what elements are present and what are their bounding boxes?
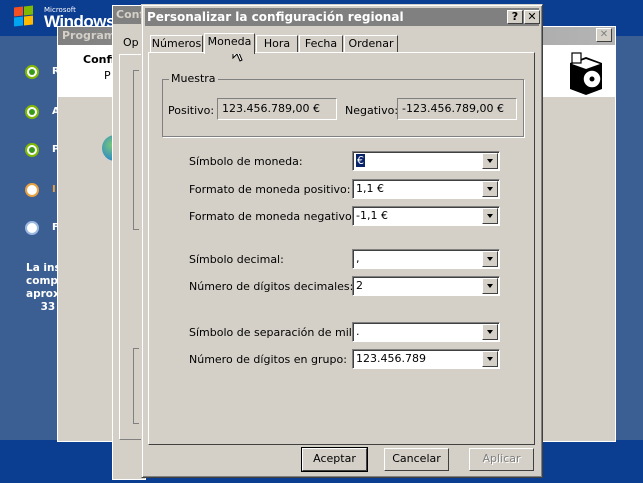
- positive-format-label: Formato de moneda positivo:: [189, 183, 351, 196]
- negative-format-value: -1,1 €: [356, 209, 388, 222]
- currency-panel: Muestra Positivo: 123.456.789,00 € Negat…: [148, 52, 535, 445]
- apply-button[interactable]: Aplicar: [469, 448, 534, 471]
- tab-hora[interactable]: Hora: [256, 35, 298, 53]
- dialog-title: Personalizar la configuración regional: [147, 10, 404, 24]
- step-pending-icon: [22, 218, 42, 238]
- currency-symbol-value: €: [356, 154, 365, 167]
- windows-flag-icon: [14, 5, 34, 27]
- ok-button[interactable]: Aceptar: [301, 447, 368, 472]
- dialog-title-bar: Personalizar la configuración regional ?…: [145, 8, 540, 26]
- install-time-text: La ins comp aprox 33: [26, 262, 61, 313]
- currency-symbol-combo[interactable]: €: [352, 151, 500, 171]
- thousands-separator-combo[interactable]: .: [352, 322, 500, 342]
- positive-format-value: 1,1 €: [356, 182, 384, 195]
- setup-header-title: Confi: [83, 53, 113, 66]
- positive-format-combo[interactable]: 1,1 €: [352, 179, 500, 199]
- tab-fecha[interactable]: Fecha: [299, 35, 343, 53]
- negative-label: Negativo:: [345, 104, 399, 117]
- regional-group: [133, 348, 139, 424]
- negative-format-combo[interactable]: -1,1 €: [352, 206, 500, 226]
- dropdown-arrow-icon[interactable]: [482, 278, 498, 294]
- decimal-digits-value: 2: [356, 279, 363, 292]
- thousands-separator-label: Símbolo de separación de miles:: [189, 326, 369, 339]
- customize-regional-dialog: Personalizar la configuración regional ?…: [141, 4, 543, 478]
- decimal-symbol-label: Símbolo decimal:: [189, 253, 284, 266]
- setup-header-subtitle: P: [104, 69, 111, 82]
- dropdown-arrow-icon[interactable]: [482, 153, 498, 169]
- decimal-digits-combo[interactable]: 2: [352, 276, 500, 296]
- digit-grouping-combo[interactable]: 123.456.789: [352, 349, 500, 369]
- dropdown-arrow-icon[interactable]: [482, 181, 498, 197]
- sample-legend: Muestra: [169, 72, 218, 85]
- step-complete-icon: [22, 140, 42, 160]
- dropdown-arrow-icon[interactable]: [482, 351, 498, 367]
- negative-sample: -123.456.789,00 €: [397, 98, 517, 120]
- digit-grouping-label: Número de dígitos en grupo:: [189, 353, 347, 366]
- step-current-icon: [22, 180, 42, 200]
- decimal-digits-label: Número de dígitos decimales:: [189, 280, 354, 293]
- positive-label: Positivo:: [168, 104, 215, 117]
- step-complete-icon: [22, 102, 42, 122]
- positive-sample: 123.456.789,00 €: [217, 98, 337, 120]
- negative-format-label: Formato de moneda negativo:: [189, 210, 356, 223]
- tab-ordenar[interactable]: Ordenar: [344, 35, 398, 53]
- tab-numeros[interactable]: Números: [150, 35, 203, 53]
- close-button[interactable]: ✕: [524, 10, 540, 24]
- setup-cd-icon: [562, 49, 610, 97]
- regional-group: [133, 70, 139, 230]
- dropdown-arrow-icon[interactable]: [482, 251, 498, 267]
- decimal-symbol-combo[interactable]: ,: [352, 249, 500, 269]
- digit-grouping-value: 123.456.789: [356, 352, 426, 365]
- cancel-button[interactable]: Cancelar: [384, 448, 449, 471]
- setup-close-button[interactable]: ✕: [596, 28, 612, 42]
- help-button[interactable]: ?: [507, 10, 523, 24]
- tab-moneda[interactable]: Moneda: [204, 33, 255, 54]
- dropdown-arrow-icon[interactable]: [482, 208, 498, 224]
- decimal-symbol-value: ,: [356, 252, 360, 265]
- thousands-separator-value: .: [356, 325, 360, 338]
- currency-symbol-label: Símbolo de moneda:: [189, 155, 303, 168]
- step-complete-icon: [22, 62, 42, 82]
- sample-group: Muestra Positivo: 123.456.789,00 € Negat…: [162, 72, 524, 137]
- dropdown-arrow-icon[interactable]: [482, 324, 498, 340]
